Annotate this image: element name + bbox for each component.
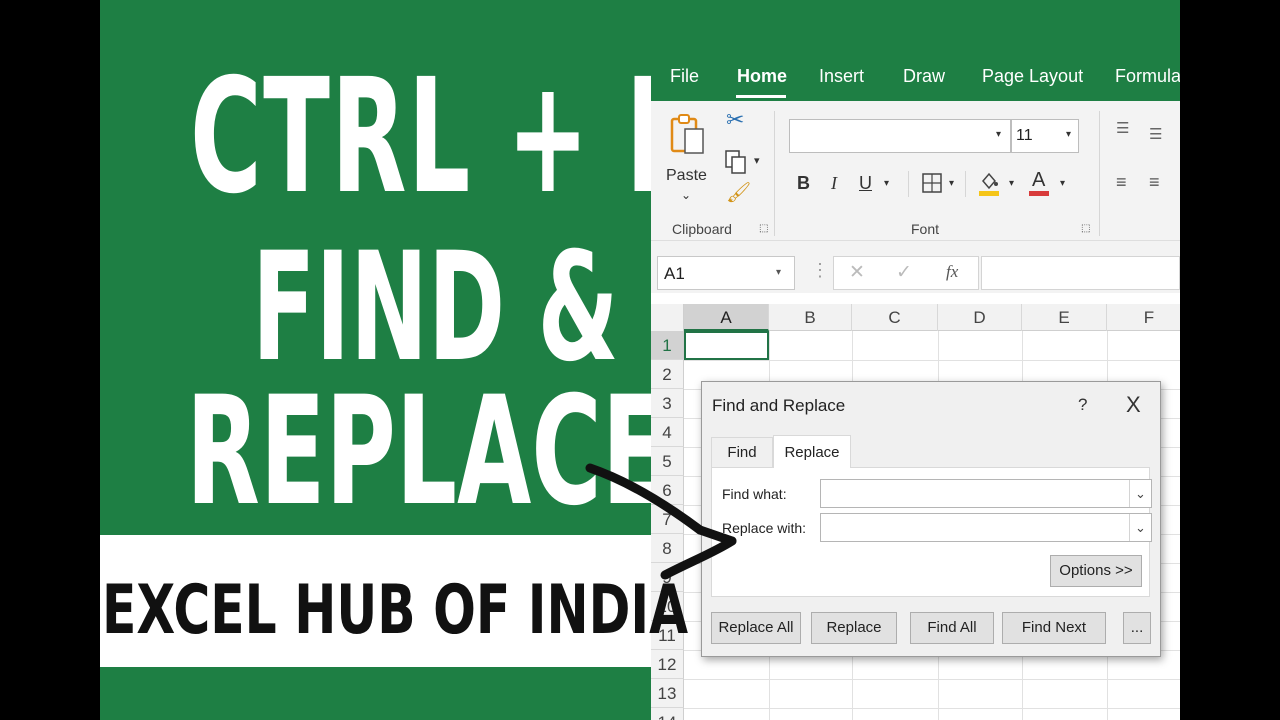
borders-dropdown-icon[interactable]: ▾ — [949, 179, 954, 189]
column-header[interactable]: E — [1022, 304, 1107, 331]
thumbnail: CTRL + H FIND & REPLACE File Home Insert… — [0, 0, 1280, 720]
formula-bar: A1 ▾ ⋮ ✕ ✓ fx — [651, 241, 1180, 293]
chevron-down-icon: ▾ — [996, 129, 1002, 140]
row-header[interactable]: 1 — [651, 331, 684, 360]
tab-page-layout[interactable]: Page Layout — [982, 66, 1083, 87]
replace-button[interactable]: Replace — [811, 612, 897, 644]
find-what-label: Find what: — [722, 486, 787, 502]
chevron-down-icon: ▾ — [1066, 129, 1072, 140]
more-options-icon: ⋮ — [811, 260, 829, 280]
replace-tab-panel: Find what: ⌄ Replace with: ⌄ Options >> — [711, 467, 1152, 597]
active-tab-indicator — [736, 95, 786, 98]
underline-button[interactable]: U — [859, 174, 872, 192]
row-header[interactable]: 12 — [651, 650, 684, 679]
row-header[interactable]: 4 — [651, 418, 684, 447]
headline-replace: REPLACE — [186, 365, 668, 539]
font-group-label: Font — [911, 221, 940, 237]
fill-color-icon[interactable] — [978, 169, 1000, 197]
tab-replace[interactable]: Replace — [773, 435, 851, 468]
paste-label[interactable]: Paste — [666, 167, 707, 185]
bold-button[interactable]: B — [797, 174, 810, 192]
row-header[interactable]: 2 — [651, 360, 684, 389]
tab-file[interactable]: File — [670, 66, 699, 87]
italic-button[interactable]: I — [831, 174, 837, 192]
font-launcher-icon[interactable]: ⬚ — [1081, 224, 1090, 234]
find-next-button[interactable]: Find Next — [1002, 612, 1106, 644]
paste-dropdown-icon[interactable]: ⌄ — [681, 189, 691, 201]
cancel-icon[interactable]: ✕ — [849, 263, 865, 282]
help-button[interactable]: ? — [1078, 395, 1087, 415]
font-color-dropdown-icon[interactable]: ▾ — [1060, 179, 1065, 189]
name-box-value: A1 — [664, 264, 685, 283]
find-what-input[interactable]: ⌄ — [820, 479, 1152, 508]
row-header[interactable]: 13 — [651, 679, 684, 708]
divider — [965, 171, 966, 197]
enter-icon[interactable]: ✓ — [896, 263, 912, 282]
align-left-icon[interactable]: ≡ — [1116, 173, 1127, 191]
column-header[interactable]: C — [852, 304, 938, 331]
clipboard-launcher-icon[interactable]: ⬚ — [759, 224, 768, 234]
copy-dropdown-icon[interactable]: ▾ — [754, 156, 760, 167]
tab-draw[interactable]: Draw — [903, 66, 945, 87]
column-header[interactable]: F — [1107, 304, 1180, 331]
brand-name: EXCEL HUB OF INDIA — [102, 571, 689, 650]
align-center-icon[interactable]: ≡ — [1149, 173, 1160, 191]
font-color-letter: A — [1032, 169, 1046, 191]
dialog-title: Find and Replace — [712, 396, 846, 415]
font-color-icon[interactable]: A — [1029, 169, 1051, 197]
row-header[interactable]: 14 — [651, 708, 684, 720]
formula-input[interactable] — [981, 256, 1180, 290]
tab-home[interactable]: Home — [737, 66, 787, 87]
font-size-input[interactable]: 11 ▾ — [1011, 119, 1079, 153]
fill-color-dropdown-icon[interactable]: ▾ — [1009, 179, 1014, 189]
row-header[interactable]: 7 — [651, 505, 684, 534]
find-replace-dialog: Find and Replace ? X Find Find what: ⌄ R… — [701, 381, 1161, 657]
clipboard-group-label: Clipboard — [672, 221, 732, 237]
close-button[interactable]: X — [1126, 392, 1141, 418]
format-painter-icon[interactable]: 🖌 — [726, 183, 751, 203]
tab-formulas[interactable]: Formula — [1115, 66, 1180, 87]
underline-dropdown-icon[interactable]: ▾ — [884, 179, 889, 189]
ribbon-tab-bar: File Home Insert Draw Page Layout Formul… — [651, 55, 1180, 101]
replace-with-label: Replace with: — [722, 520, 807, 536]
borders-icon[interactable] — [922, 173, 942, 193]
name-box[interactable]: A1 ▾ — [657, 256, 795, 290]
headline-shortcut: CTRL + H — [190, 45, 709, 229]
select-all-corner[interactable] — [651, 304, 684, 331]
replace-all-button[interactable]: Replace All — [711, 612, 801, 644]
column-header[interactable]: A — [684, 304, 769, 331]
font-color-swatch — [1029, 191, 1049, 196]
chevron-down-icon[interactable]: ⌄ — [1129, 480, 1151, 507]
chevron-down-icon[interactable]: ⌄ — [1129, 514, 1151, 541]
ribbon: Paste ⌄ ✂ ▾ 🖌 Clipboard ⬚ ▾ 11 ▾ B I U ▾ — [651, 101, 1180, 241]
tab-insert[interactable]: Insert — [819, 66, 864, 87]
divider — [774, 111, 775, 236]
active-cell[interactable] — [684, 331, 769, 360]
align-top-icon[interactable]: ☰ — [1116, 121, 1129, 136]
divider — [1099, 111, 1100, 236]
row-header[interactable]: 5 — [651, 447, 684, 476]
insert-function-button[interactable]: fx — [946, 263, 958, 280]
options-button[interactable]: Options >> — [1050, 555, 1142, 587]
tab-find[interactable]: Find — [711, 437, 773, 467]
divider — [908, 171, 909, 197]
font-name-input[interactable]: ▾ — [789, 119, 1011, 153]
column-header[interactable]: B — [769, 304, 852, 331]
headline-find: FIND & — [252, 221, 619, 395]
column-header[interactable]: D — [938, 304, 1022, 331]
chevron-down-icon: ▾ — [776, 267, 782, 278]
row-header[interactable]: 8 — [651, 534, 684, 563]
row-header[interactable]: 3 — [651, 389, 684, 418]
paste-icon[interactable] — [669, 113, 705, 157]
column-header-row: A B C D E F — [651, 304, 1180, 331]
replace-with-input[interactable]: ⌄ — [820, 513, 1152, 542]
row-header[interactable]: 6 — [651, 476, 684, 505]
copy-icon[interactable] — [724, 149, 748, 175]
find-all-button[interactable]: Find All — [910, 612, 994, 644]
cut-icon[interactable]: ✂ — [726, 109, 744, 131]
font-size-value: 11 — [1016, 127, 1033, 144]
formula-buttons: ✕ ✓ fx — [833, 256, 979, 290]
more-button[interactable]: ... — [1123, 612, 1151, 644]
align-middle-icon[interactable]: ☰ — [1149, 127, 1162, 142]
